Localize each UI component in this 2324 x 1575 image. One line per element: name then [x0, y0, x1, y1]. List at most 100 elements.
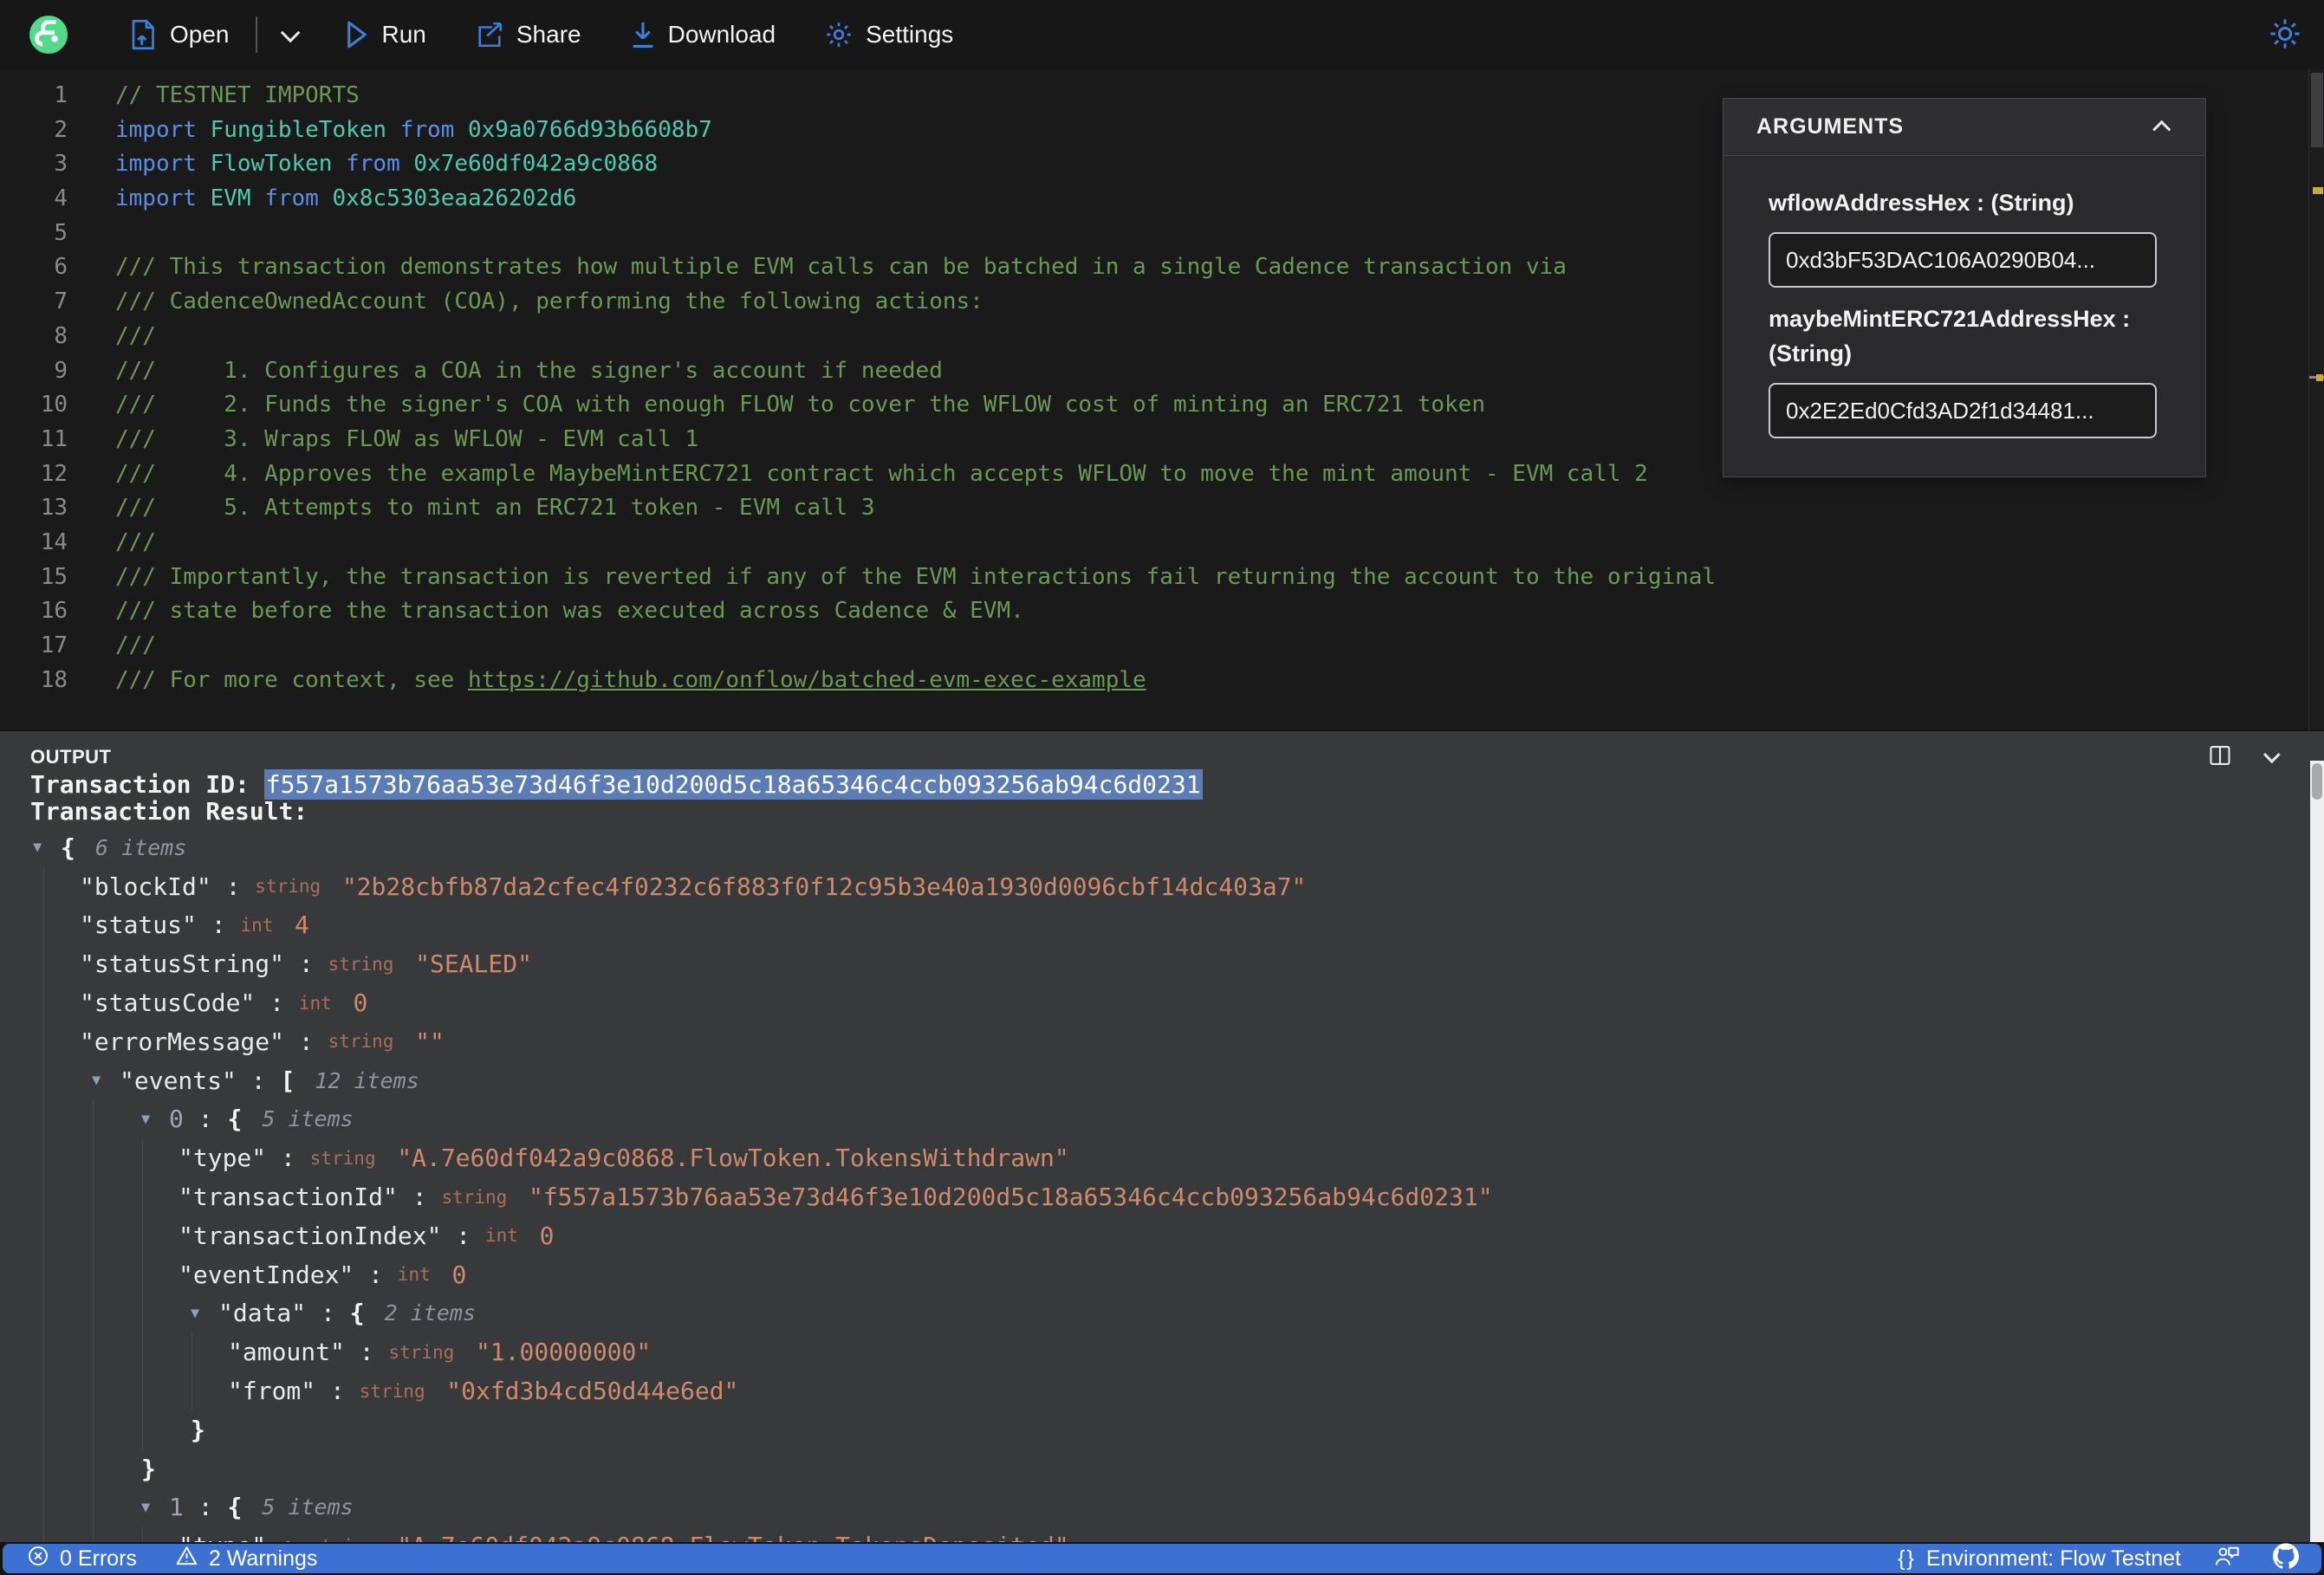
line-number: 16	[40, 598, 68, 625]
person-feedback-icon	[2214, 1544, 2240, 1574]
tree-toggle-icon[interactable]: ▼	[141, 1111, 169, 1128]
environment-label: Environment: Flow Testnet	[1925, 1546, 2181, 1571]
play-icon	[344, 20, 370, 49]
warning-mark-2	[2316, 374, 2323, 381]
sun-icon	[2269, 19, 2301, 54]
json-row: ▼ 0 : { 5 items	[0, 1099, 2324, 1139]
json-row: ▼ 1 : { 5 items	[0, 1488, 2324, 1527]
feedback-button[interactable]	[2214, 1544, 2240, 1574]
settings-button[interactable]: Settings	[824, 20, 953, 49]
error-circle-icon	[27, 1545, 49, 1573]
argument-label-0: wflowAddressHex : (String)	[1769, 190, 2074, 216]
download-icon	[630, 20, 656, 49]
flow-logo[interactable]	[29, 16, 68, 54]
warning-triangle-icon	[175, 1545, 198, 1573]
toolbar: Open Run Share Download Settings	[0, 0, 2324, 69]
arguments-panel: ARGUMENTS wflowAddressHex : (String) mayb…	[1723, 98, 2206, 477]
open-button[interactable]: Open	[130, 19, 230, 50]
download-button[interactable]: Download	[630, 20, 776, 49]
line-number: 18	[40, 666, 68, 693]
code-line: 18/// For more context, see https://gith…	[0, 664, 2324, 698]
status-bar: 0 Errors 2 Warnings {} Environment: Flow…	[3, 1542, 2321, 1575]
share-icon	[475, 20, 504, 49]
line-number: 12	[40, 460, 68, 487]
warnings-status[interactable]: 2 Warnings	[175, 1545, 318, 1573]
arguments-list: wflowAddressHex : (String) maybeMintERC72…	[1724, 156, 2205, 438]
code-link[interactable]: https://github.com/onflow/batched-evm-ex…	[468, 667, 1146, 693]
editor-scrollbar-thumb[interactable]	[2311, 73, 2323, 147]
code-line: 14///	[0, 526, 2324, 561]
warning-mark-1	[2313, 187, 2323, 194]
json-row: "statusString" : string "SEALED"	[0, 944, 2324, 984]
json-row: "errorMessage" : string ""	[0, 1021, 2324, 1061]
line-number: 8	[54, 322, 68, 349]
json-row: "type" : string "A.7e60df042a9c0868.Flow…	[0, 1526, 2324, 1542]
line-number: 17	[40, 632, 68, 658]
json-row: "amount" : string "1.00000000"	[0, 1332, 2324, 1372]
argument-label-1: maybeMintERC721AddressHex : (String)	[1769, 306, 2131, 366]
json-row: "statusCode" : int 0	[0, 983, 2324, 1022]
json-row: ▼ "events" : [ 12 items	[0, 1060, 2324, 1100]
json-row: }	[0, 1410, 2324, 1449]
github-link[interactable]	[2273, 1542, 2299, 1575]
output-scrollbar[interactable]	[2310, 761, 2324, 1542]
argument-input-0[interactable]	[1769, 232, 2157, 288]
share-button[interactable]: Share	[475, 20, 581, 49]
line-number: 1	[54, 82, 68, 108]
line-number: 3	[54, 151, 68, 178]
github-icon	[2273, 1542, 2299, 1575]
code-line: 15/// Importantly, the transaction is re…	[0, 561, 2324, 595]
line-number: 6	[54, 254, 68, 281]
collapse-chevron-up-icon[interactable]	[2152, 120, 2171, 139]
line-number: 2	[54, 116, 68, 143]
json-row: ▼ "data" : { 2 items	[0, 1293, 2324, 1333]
output-collapse-chevron-icon[interactable]	[2262, 746, 2281, 764]
output-header: OUTPUT	[0, 731, 2324, 771]
json-row: ▼{ 6 items	[33, 833, 187, 862]
output-scrollbar-thumb[interactable]	[2312, 763, 2322, 800]
open-file-icon	[130, 19, 158, 50]
tree-toggle-icon[interactable]: ▼	[191, 1305, 218, 1322]
download-label: Download	[667, 21, 776, 48]
line-number: 14	[40, 528, 68, 555]
transaction-id-line: Transaction ID: f557a1573b76aa53e73d46f3…	[30, 769, 2324, 800]
run-button[interactable]: Run	[344, 20, 426, 49]
transaction-result-label: Transaction Result:	[30, 797, 308, 826]
tree-toggle-icon[interactable]: ▼	[33, 839, 61, 856]
braces-icon: {}	[1898, 1546, 1916, 1571]
line-number: 11	[40, 425, 68, 452]
json-row: "from" : string "0xfd3b4cd50d44e6ed"	[0, 1371, 2324, 1410]
code-line: 17///	[0, 629, 2324, 664]
split-view-icon[interactable]	[2208, 743, 2232, 772]
json-row: }	[0, 1449, 2324, 1488]
open-dropdown-chevron-icon[interactable]	[280, 23, 300, 43]
errors-status[interactable]: 0 Errors	[27, 1545, 137, 1573]
json-row: "status" : int 4	[0, 905, 2324, 945]
editor-scrollbar[interactable]	[2308, 69, 2324, 730]
tree-toggle-icon[interactable]: ▼	[141, 1499, 169, 1516]
arguments-title: ARGUMENTS	[1756, 114, 1905, 139]
code-line: 13/// 5. Attempts to mint an ERC721 toke…	[0, 491, 2324, 526]
line-number: 13	[40, 495, 68, 522]
code-line: 16/// state before the transaction was e…	[0, 594, 2324, 629]
json-row: "blockId" : string "2b28cbfb87da2cfec4f0…	[0, 866, 2324, 906]
transaction-id-label: Transaction ID:	[30, 770, 264, 799]
json-row: "transactionIndex" : int 0	[0, 1215, 2324, 1255]
open-label: Open	[170, 21, 230, 48]
errors-label: 0 Errors	[60, 1546, 137, 1571]
arguments-header: ARGUMENTS	[1724, 99, 2205, 156]
line-number: 15	[40, 563, 68, 590]
environment-status[interactable]: {} Environment: Flow Testnet	[1898, 1546, 2181, 1572]
json-row: "transactionId" : string "f557a1573b76aa…	[0, 1177, 2324, 1216]
tree-toggle-icon[interactable]: ▼	[92, 1072, 120, 1089]
line-number: 7	[54, 288, 68, 315]
json-tree: ▼{ 6 items "blockId" : string "2b28cbfb87…	[0, 828, 2324, 1542]
json-row: "type" : string "A.7e60df042a9c0868.Flow…	[0, 1138, 2324, 1178]
theme-toggle-button[interactable]	[2269, 17, 2301, 55]
line-number: 10	[40, 392, 68, 418]
flow-playground-window: Open Run Share Download Settings 1 // TE…	[0, 0, 2324, 1575]
toolbar-divider	[255, 16, 257, 53]
argument-input-1[interactable]	[1769, 383, 2157, 438]
line-number: 9	[54, 357, 68, 384]
warnings-label: 2 Warnings	[208, 1546, 318, 1571]
